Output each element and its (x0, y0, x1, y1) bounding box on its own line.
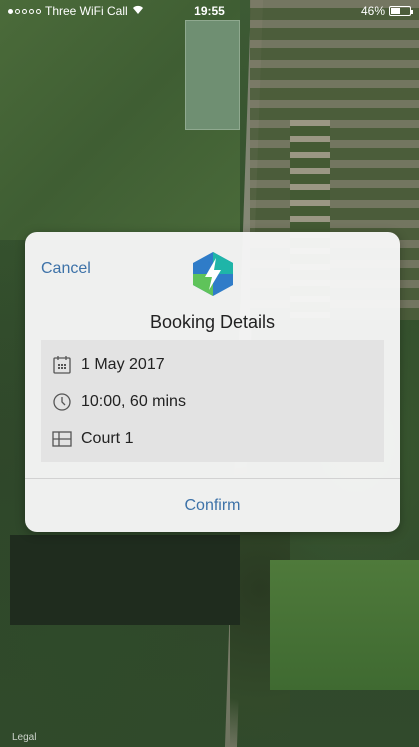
court-grid-icon (51, 428, 73, 450)
battery-percent: 46% (360, 4, 385, 18)
detail-row-time: 10:00, 60 mins (41, 383, 384, 420)
battery-icon (389, 6, 413, 16)
status-bar: Three WiFi Call 19:55 46% (0, 0, 419, 22)
screen: Legal Three WiFi Call 19:55 46% Cancel B… (0, 0, 419, 747)
calendar-icon (51, 354, 73, 376)
confirm-button[interactable]: Confirm (25, 479, 400, 532)
booking-details-dialog: Cancel Booking Details 1 May 2017 10:00,… (25, 232, 400, 532)
map-lower-field (270, 560, 419, 690)
cancel-button[interactable]: Cancel (41, 260, 91, 278)
wifi-icon (132, 5, 144, 18)
signal-dots-icon (8, 8, 41, 14)
lightning-hexagon-logo (193, 252, 233, 296)
map-tennis-courts (185, 20, 240, 130)
booking-date: 1 May 2017 (81, 355, 165, 373)
booking-time: 10:00, 60 mins (81, 392, 186, 410)
booking-details-list: 1 May 2017 10:00, 60 mins Court 1 (41, 340, 384, 462)
dialog-title: Booking Details (149, 312, 276, 332)
detail-row-date: 1 May 2017 (41, 346, 384, 383)
map-water (10, 535, 240, 625)
detail-row-court: Court 1 (41, 420, 384, 457)
carrier-name: Three WiFi Call (45, 4, 128, 18)
map-legal-link[interactable]: Legal (12, 732, 36, 743)
status-time: 19:55 (194, 4, 225, 18)
clock-icon (51, 391, 73, 413)
booking-court: Court 1 (81, 429, 134, 447)
